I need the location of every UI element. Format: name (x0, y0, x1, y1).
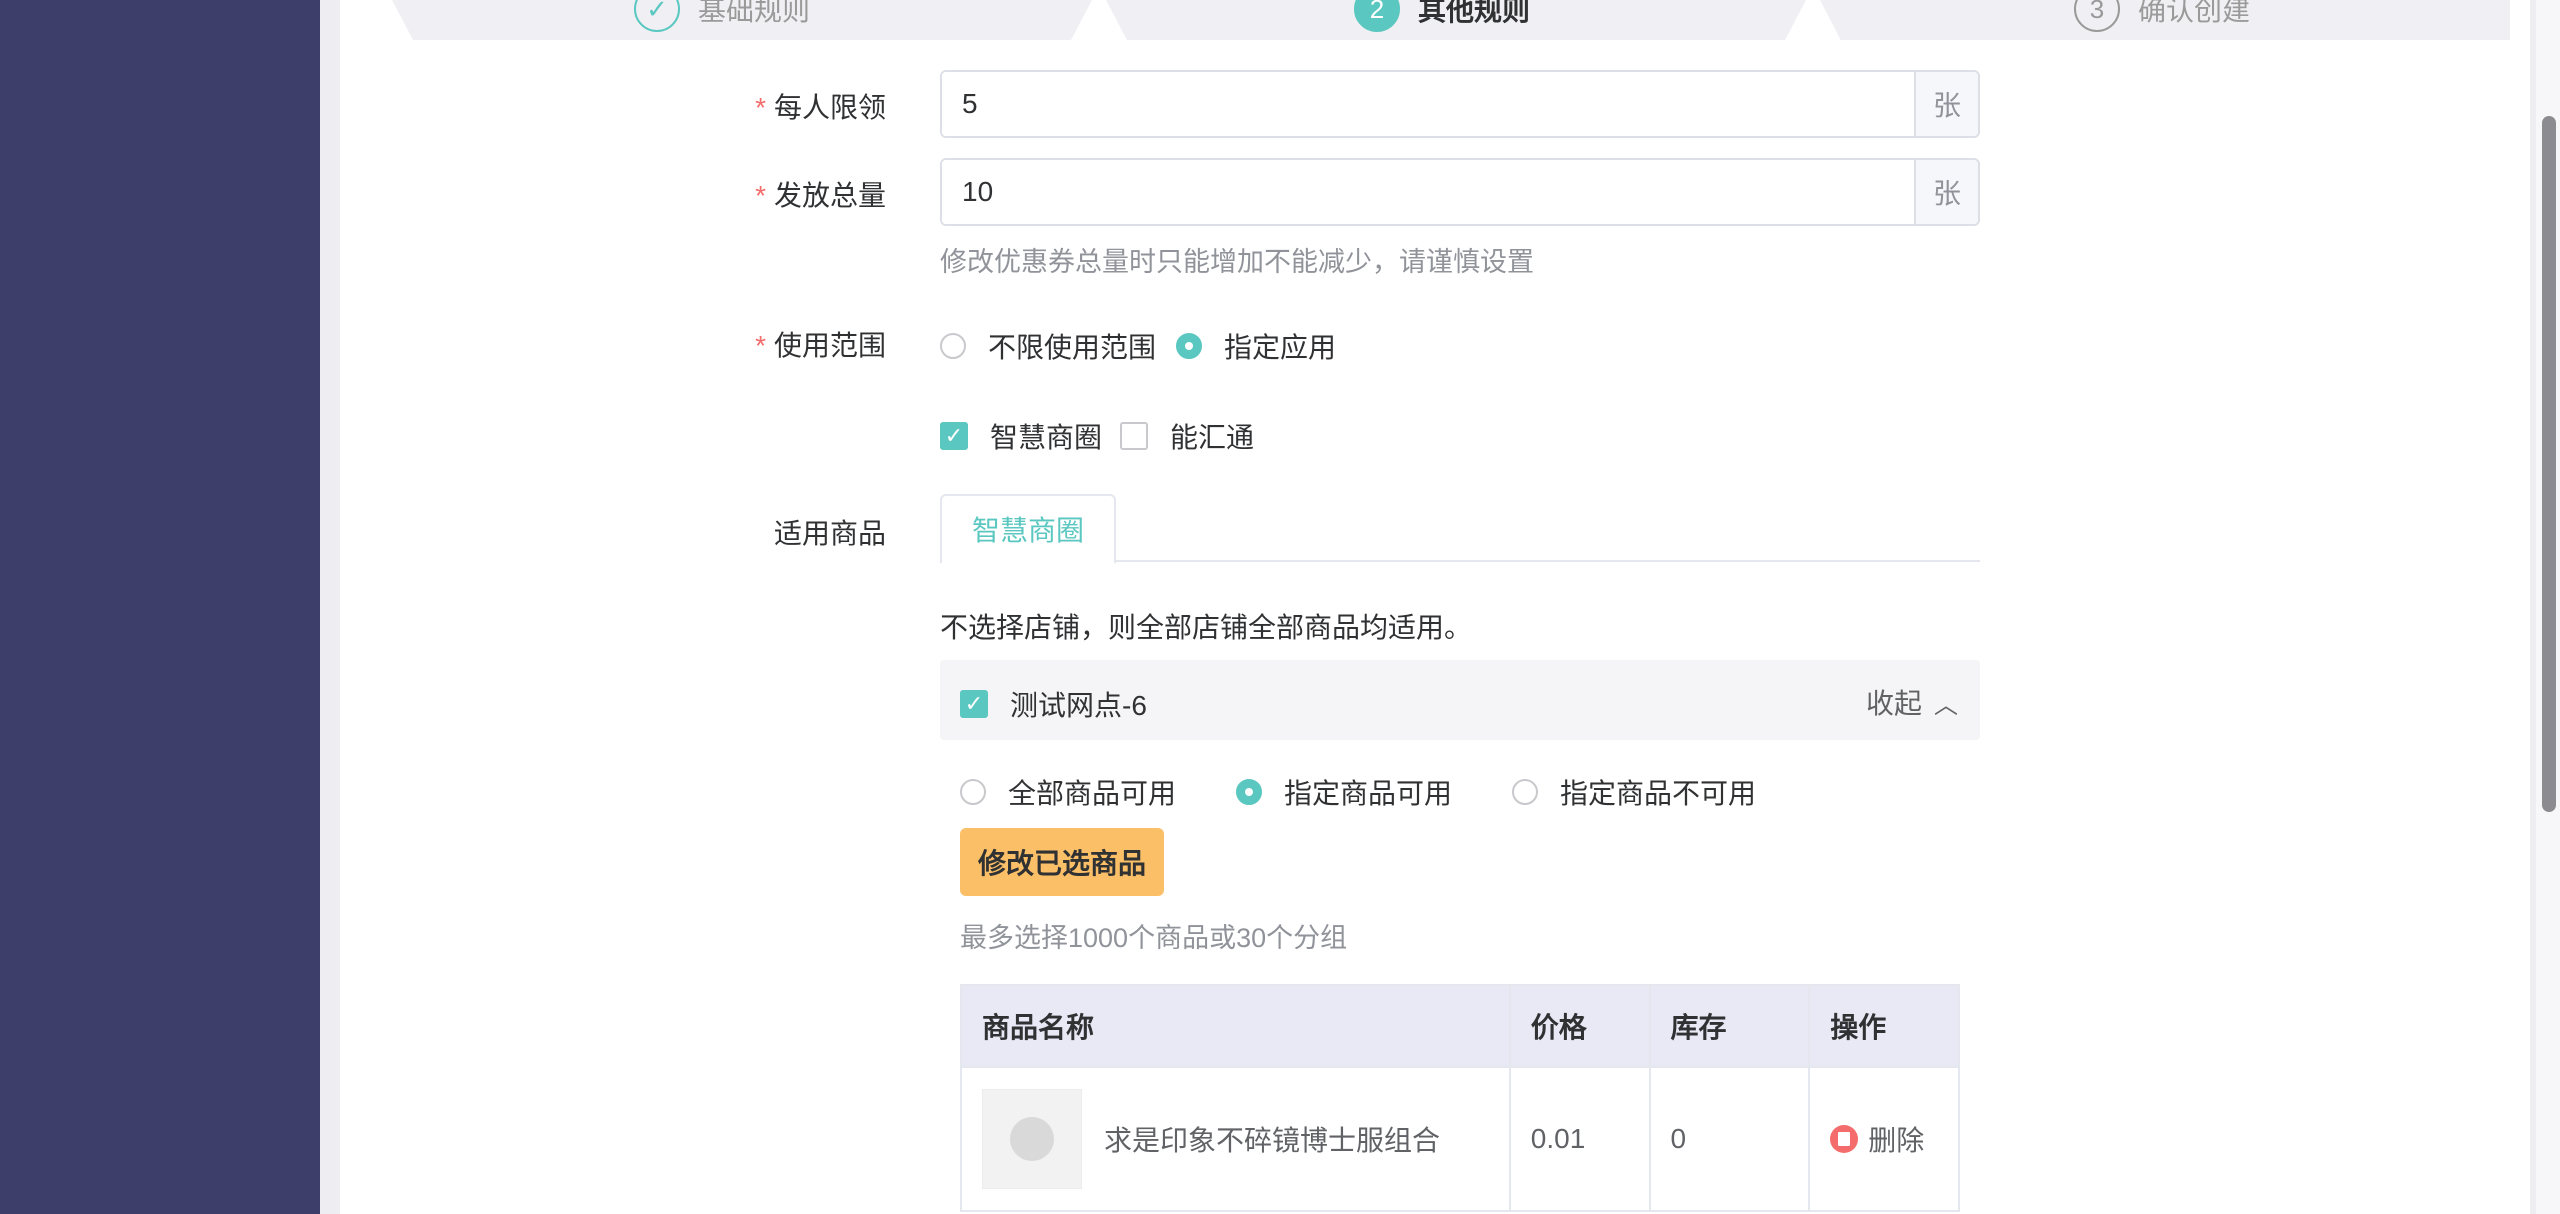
goods-action-cell: 删除 (1808, 1066, 1960, 1212)
delete-button[interactable]: 删除 (1830, 1119, 1958, 1159)
edit-selected-goods-button[interactable]: 修改已选商品 (960, 828, 1164, 896)
col-price: 价格 (1508, 984, 1651, 1068)
tab-smart-business[interactable]: 智慧商圈 (940, 494, 1116, 564)
collapse-label: 收起 (1865, 688, 1922, 719)
step-2-number: 2 (1354, 0, 1400, 32)
per-person-input[interactable] (942, 72, 1914, 136)
goods-label: 适用商品 (773, 518, 886, 549)
radio-icon (960, 779, 986, 805)
total-label: * 发放总量 (755, 180, 886, 211)
radio-icon (940, 333, 966, 359)
col-action: 操作 (1808, 984, 1960, 1068)
radio-icon (1512, 779, 1538, 805)
goods-stock: 0 (1648, 1066, 1811, 1212)
step-2-label: 其他规则 (1418, 0, 1531, 26)
goods-thumbnail (982, 1089, 1082, 1189)
goods-all-label: 全部商品可用 (1008, 778, 1177, 809)
total-suffix: 张 (1914, 160, 1978, 224)
scope-specified-label: 指定应用 (1224, 332, 1337, 363)
placeholder-image-icon (1010, 1117, 1054, 1161)
goods-price: 0.01 (1508, 1066, 1651, 1212)
step-3-label: 确认创建 (2138, 0, 2251, 26)
checkbox-icon (1120, 422, 1148, 450)
per-person-label: * 每人限领 (755, 92, 886, 123)
checkbox-checked-icon: ✓ (940, 422, 968, 450)
shop-bar: ✓ 测试网点-6 收起 ︿ (940, 660, 1980, 740)
collapse-toggle[interactable]: 收起 ︿ (1866, 682, 1958, 722)
trash-icon (1830, 1125, 1859, 1153)
checkbox-checked-icon: ✓ (960, 690, 988, 718)
shop-note: 不选择店铺，则全部店铺全部商品均适用。 (940, 612, 1473, 643)
step-3-number: 3 (2074, 0, 2120, 32)
check-icon: ✓ (634, 0, 680, 32)
per-person-field: 张 (940, 70, 1980, 138)
step-1-content: ✓ 基础规则 (634, 0, 810, 32)
radio-checked-icon (1236, 779, 1262, 805)
radio-checked-icon (1176, 333, 1202, 359)
goods-all-radio[interactable]: 全部商品可用 (960, 772, 1176, 812)
scrollbar-track[interactable] (2536, 0, 2560, 1214)
scope-unlimited-radio[interactable]: 不限使用范围 (940, 326, 1156, 366)
per-person-suffix: 张 (1914, 72, 1978, 136)
app-nenghuitong-checkbox[interactable]: 能汇通 (1120, 416, 1254, 456)
shop-name: 测试网点-6 (1010, 690, 1147, 721)
col-stock: 库存 (1648, 984, 1811, 1068)
table-row: 求是印象不碎镜博士服组合 0.01 0 删除 (960, 1066, 1960, 1212)
total-input[interactable] (942, 160, 1914, 224)
app-tabs: 智慧商圈 (940, 494, 1980, 564)
app-smart-business-label: 智慧商圈 (990, 422, 1103, 453)
goods-name: 求是印象不碎镜博士服组合 (1104, 1125, 1441, 1156)
col-name: 商品名称 (960, 984, 1511, 1068)
scope-specified-radio[interactable]: 指定应用 (1176, 326, 1336, 366)
step-1-label: 基础规则 (698, 0, 811, 26)
scrollbar-thumb[interactable] (2542, 116, 2556, 812)
goods-excluded-radio[interactable]: 指定商品不可用 (1512, 772, 1756, 812)
chevron-up-icon: ︿ (1934, 691, 1958, 719)
step-2-content: 2 其他规则 (1354, 0, 1530, 32)
goods-name-cell: 求是印象不碎镜博士服组合 (960, 1066, 1511, 1212)
app-nenghuitong-label: 能汇通 (1170, 422, 1255, 453)
goods-table: 商品名称 价格 库存 操作 求是印象不碎镜博士服组合 0.01 0 删除 (960, 984, 1960, 1212)
goods-limit-hint: 最多选择1000个商品或30个分组 (960, 923, 1348, 953)
total-hint: 修改优惠券总量时只能增加不能减少，请谨慎设置 (940, 247, 1534, 277)
scope-unlimited-label: 不限使用范围 (988, 332, 1157, 363)
app-smart-business-checkbox[interactable]: ✓ 智慧商圈 (940, 416, 1102, 456)
goods-specified-radio[interactable]: 指定商品可用 (1236, 772, 1452, 812)
scope-label: * 使用范围 (755, 330, 886, 361)
shop-checkbox[interactable]: ✓ 测试网点-6 (960, 684, 1147, 724)
table-header-row: 商品名称 价格 库存 操作 (960, 984, 1960, 1068)
step-3-content: 3 确认创建 (2074, 0, 2250, 32)
sidebar (0, 0, 320, 1214)
delete-label: 删除 (1868, 1125, 1925, 1156)
goods-excluded-label: 指定商品不可用 (1560, 778, 1757, 809)
total-field: 张 (940, 158, 1980, 226)
goods-specified-label: 指定商品可用 (1284, 778, 1453, 809)
